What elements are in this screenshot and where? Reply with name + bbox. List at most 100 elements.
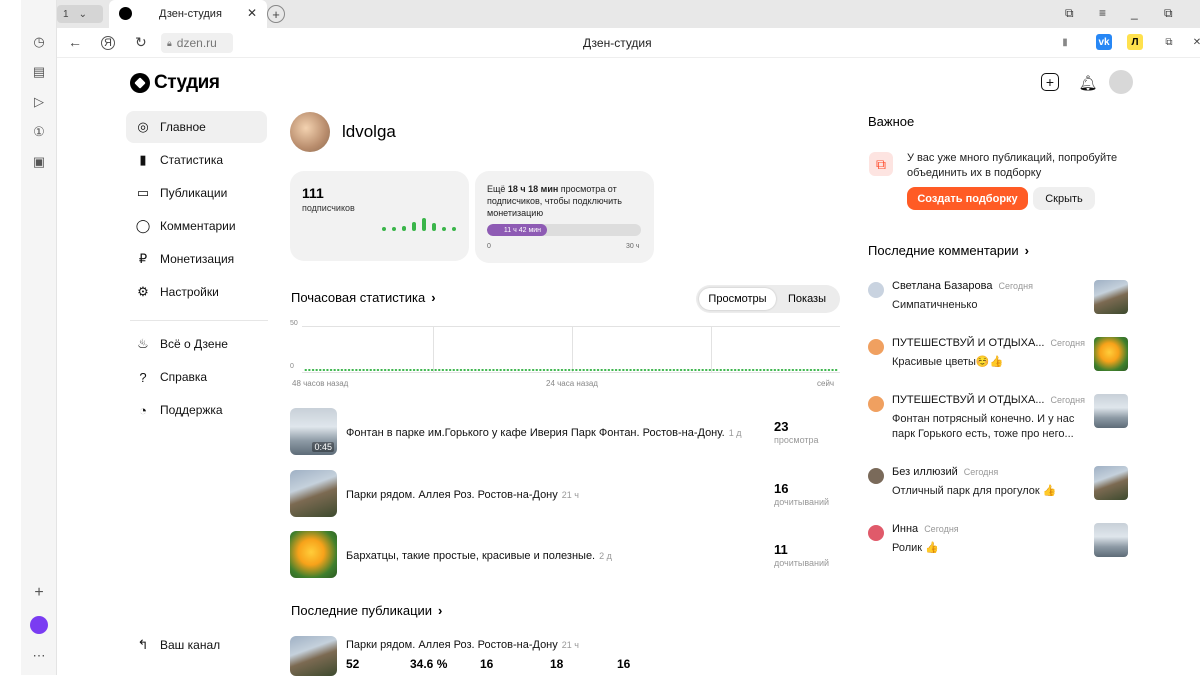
restore-icon[interactable]: ⧉: [1164, 6, 1173, 21]
nav-item-help[interactable]: ? Справка: [126, 361, 267, 393]
comment-author-name: Инна: [892, 523, 918, 535]
chart-bar: [492, 369, 495, 371]
nav-item-monetization[interactable]: ₽ Монетизация: [126, 243, 267, 275]
extensions-icon[interactable]: ⧉: [1161, 34, 1177, 50]
yandex-icon[interactable]: Я: [101, 36, 115, 50]
chart-bar: [564, 369, 567, 371]
chart-bar: [813, 369, 816, 371]
reload-icon[interactable]: ↻: [135, 34, 147, 51]
chart-bar: [355, 369, 358, 371]
chart-bar: [712, 369, 715, 371]
chart-bar: [359, 369, 362, 371]
minimize-icon[interactable]: _: [1131, 6, 1138, 20]
back-icon[interactable]: ←: [68, 34, 82, 50]
create-icon[interactable]: +: [1041, 73, 1059, 91]
bookmark-icon[interactable]: ▮: [1057, 34, 1073, 50]
browser-tab[interactable]: Дзен-студия ✕: [109, 0, 267, 28]
publication-metric-label: просмотра: [774, 435, 819, 445]
chart-bar: [817, 369, 820, 371]
screenshot-icon[interactable]: ▣: [30, 153, 48, 171]
chart-bar: [499, 369, 502, 371]
publication-title: Парки рядом. Аллея Роз. Ростов-на-Дону21…: [346, 639, 579, 651]
play-icon[interactable]: ▷: [30, 93, 48, 111]
add-icon[interactable]: +: [30, 584, 48, 602]
new-tab-icon[interactable]: +: [267, 5, 285, 23]
chart-bar: [474, 369, 477, 371]
nav-item-settings[interactable]: ⚙ Настройки: [126, 276, 267, 308]
more-icon[interactable]: ⋯: [30, 647, 48, 665]
nav-item-your-channel[interactable]: ↰ Ваш канал: [126, 629, 267, 661]
tab-views[interactable]: Просмотры: [699, 288, 776, 310]
create-collection-button[interactable]: Создать подборку: [907, 187, 1028, 210]
close-sidebar-icon[interactable]: ✕: [1189, 34, 1200, 50]
tabs-icon[interactable]: ⧉: [1065, 6, 1074, 21]
metric-toggle: Просмотры Показы: [696, 285, 840, 313]
tab-counter[interactable]: 1 ⌄: [57, 5, 103, 23]
publication-row[interactable]: Бархатцы, такие простые, красивые и поле…: [290, 531, 840, 581]
nav-item-stats[interactable]: ▮ Статистика: [126, 144, 267, 176]
comment-time: Сегодня: [924, 524, 959, 534]
nav-item-label: Ваш канал: [160, 638, 220, 652]
sparkline-bar: [442, 227, 446, 231]
publication-age: 21 ч: [562, 490, 579, 500]
tab-impressions[interactable]: Показы: [778, 288, 836, 310]
subscribers-label: подписчиков: [302, 203, 355, 213]
history-icon[interactable]: ◷: [30, 33, 48, 51]
chart-bar: [528, 369, 531, 371]
chart-bar: [402, 369, 405, 371]
latest-comments-title[interactable]: Последние комментарии ›: [868, 243, 1029, 258]
comment-text: Красивые цветы☺️👍: [892, 355, 1092, 370]
chart-bar: [427, 369, 430, 371]
chart-bar: [766, 369, 769, 371]
latest-publications-title[interactable]: Последние публикации ›: [291, 603, 442, 618]
close-icon[interactable]: ✕: [247, 6, 257, 20]
chart-bar: [709, 369, 712, 371]
alice-icon[interactable]: [30, 616, 48, 634]
nav-item-main[interactable]: ◎ Главное: [126, 111, 267, 143]
chart-bar: [517, 369, 520, 371]
chart-bar: [550, 369, 553, 371]
chart-bar: [687, 369, 690, 371]
latest-publication-row[interactable]: Парки рядом. Аллея Роз. Ростов-на-Дону21…: [290, 636, 840, 676]
nav-item-comments[interactable]: ◯ Комментарии: [126, 210, 267, 242]
tab-number-icon[interactable]: ①: [30, 123, 48, 141]
chart-bar: [673, 369, 676, 371]
bell-icon[interactable]: 🔔︎: [1077, 72, 1099, 94]
chart-bar: [640, 369, 643, 371]
chart-bar: [362, 369, 365, 371]
ruble-icon: ₽: [135, 251, 151, 267]
vk-icon[interactable]: vk: [1096, 34, 1112, 50]
comment-avatar: [868, 468, 884, 484]
monetization-card[interactable]: Ещё 18 ч 18 мин просмотра от подписчиков…: [475, 171, 654, 263]
nav-item-about[interactable]: ♨ Всё о Дзене: [126, 328, 267, 360]
studio-logo[interactable]: Студия: [130, 72, 219, 94]
publication-title: Бархатцы, такие простые, красивые и поле…: [346, 550, 612, 562]
subscribers-card[interactable]: 111 подписчиков: [290, 171, 469, 261]
hide-button[interactable]: Скрыть: [1033, 187, 1095, 210]
publication-row[interactable]: Парки рядом. Аллея Роз. Ростов-на-Дону21…: [290, 470, 840, 520]
chart-bar: [561, 369, 564, 371]
publication-row[interactable]: 0:45 Фонтан в парке им.Горького у кафе И…: [290, 408, 840, 458]
chart-bar: [323, 369, 326, 371]
browser-sidebar: ◷ ▤ ▷ ① ▣ + ⋯: [21, 0, 57, 675]
menu-icon[interactable]: ≡: [1099, 6, 1106, 20]
chart-bar: [676, 369, 679, 371]
flame-icon: ♨: [135, 336, 151, 352]
chart-bar: [637, 369, 640, 371]
chart-bar: [467, 369, 470, 371]
hourly-stats-title[interactable]: Почасовая статистика ›: [291, 290, 436, 305]
chart-bar: [821, 369, 824, 371]
nav-item-support[interactable]: ◔ Поддержка: [126, 394, 267, 426]
latest-comments-label: Последние комментарии: [868, 243, 1019, 258]
user-avatar[interactable]: [1109, 70, 1133, 94]
chart-bar: [395, 369, 398, 371]
publication-thumbnail: [290, 531, 337, 578]
url-field[interactable]: 🔒︎ dzen.ru: [161, 33, 233, 53]
nav-item-publications[interactable]: ▭ Публикации: [126, 177, 267, 209]
collections-icon[interactable]: ▤: [30, 63, 48, 81]
address-bar: ← Я ↻ 🔒︎ dzen.ru Дзен-студия ▮ vk Л ⧉ ✕: [57, 28, 1200, 58]
chart-bar: [370, 369, 373, 371]
yandex-music-icon[interactable]: Л: [1127, 34, 1143, 50]
chart-bar: [759, 369, 762, 371]
subscribers-sparkline: [382, 218, 456, 231]
